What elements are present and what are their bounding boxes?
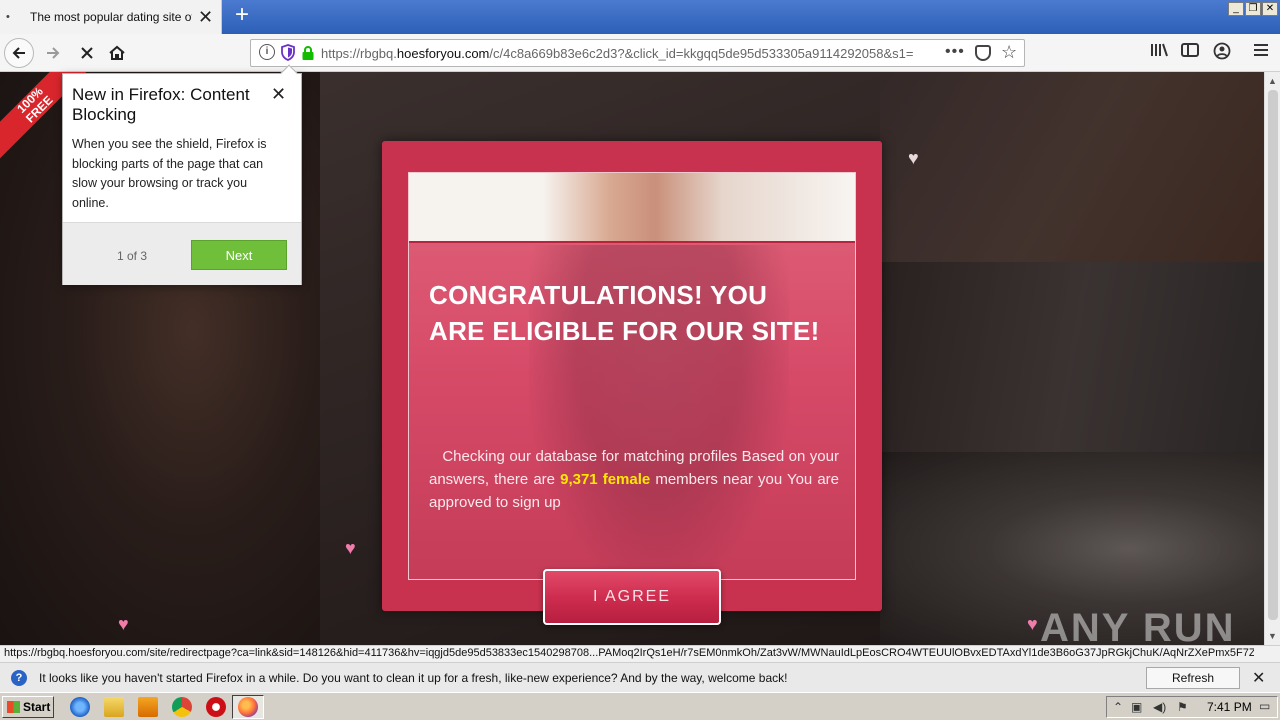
status-url: https://rbgbq.hoesforyou.com/site/redire… [4, 647, 1254, 659]
home-button[interactable] [102, 38, 132, 68]
internet-explorer-icon[interactable] [70, 697, 90, 717]
stop-icon [81, 47, 93, 59]
tracking-shield-icon[interactable] [281, 44, 295, 61]
next-button[interactable]: Next [191, 240, 287, 270]
url-text[interactable]: https://rbgbq.hoesforyou.com/c/4c8a669b8… [321, 46, 941, 61]
doorhanger-footer: 1 of 3 Next [63, 222, 301, 285]
agree-button[interactable]: I AGREE [543, 569, 721, 625]
url-path: /c/4c8a669b83e6c2d3?&click_id=kkgqq5de95… [489, 46, 914, 61]
scrollbar-thumb[interactable] [1268, 90, 1278, 620]
windows-logo-icon [7, 701, 20, 713]
firefox-taskbar-button[interactable] [232, 695, 264, 719]
window-close-button[interactable]: ✕ [1262, 2, 1278, 16]
action-center-flag-icon[interactable]: ⚑ [1177, 700, 1188, 714]
system-tray: ⌃ ▣ ◀) ⚑ 7:41 PM ▭ [1106, 696, 1278, 718]
secure-lock-icon[interactable] [301, 45, 315, 61]
file-explorer-icon[interactable] [104, 697, 124, 717]
info-question-icon: ? [11, 670, 27, 686]
modal-header-photo [409, 173, 855, 243]
link-status-bar: https://rbgbq.hoesforyou.com/site/redire… [0, 645, 1280, 662]
modal-card: CONGRATULATIONS! YOU ARE ELIGIBLE FOR OU… [408, 172, 856, 580]
opera-icon[interactable] [206, 697, 226, 717]
member-count-highlight: 9,371 female [560, 471, 651, 488]
address-bar[interactable]: i https://rbgbq.hoesforyou.com/c/4c8a669… [250, 39, 1025, 67]
site-info-icon[interactable]: i [259, 44, 275, 60]
tab-strip: • The most popular dating site of th ✕ +… [0, 0, 1280, 34]
pocket-icon[interactable] [975, 45, 991, 61]
doorhanger-title: New in Firefox: Content Blocking [72, 85, 250, 124]
bookmark-star-icon[interactable]: ☆ [1001, 42, 1017, 63]
doorhanger-body: When you see the shield, Firefox is bloc… [72, 137, 267, 210]
heart-icon: ♥ [118, 614, 129, 634]
modal-headline: CONGRATULATIONS! YOU ARE ELIGIBLE FOR OU… [429, 280, 820, 346]
back-arrow-icon [12, 47, 25, 59]
refresh-notification-bar: ? It looks like you haven't started Fire… [0, 662, 1280, 705]
browser-tab[interactable]: • The most popular dating site of th ✕ [0, 0, 222, 34]
heart-icon: ♥ [1027, 614, 1038, 634]
scroll-down-icon[interactable]: ▼ [1268, 631, 1277, 641]
show-desktop-icon[interactable]: ▭ [1259, 699, 1270, 713]
windows-taskbar: Start ⌃ ▣ ◀) ⚑ 7:41 PM ▭ [0, 692, 1280, 720]
tray-expand-icon[interactable]: ⌃ [1113, 700, 1123, 714]
step-counter: 1 of 3 [117, 249, 148, 263]
back-button[interactable] [4, 38, 34, 68]
scroll-up-icon[interactable]: ▲ [1268, 76, 1277, 86]
navigation-toolbar: i https://rbgbq.hoesforyou.com/c/4c8a669… [0, 34, 1280, 72]
vertical-scrollbar[interactable]: ▲ ▼ [1264, 72, 1280, 645]
tab-title: The most popular dating site of th [30, 10, 192, 24]
library-icon[interactable] [1148, 42, 1170, 64]
account-icon[interactable] [1211, 42, 1233, 64]
refresh-firefox-button[interactable]: Refresh Firefox... [1146, 667, 1240, 705]
sidebar-icon[interactable] [1179, 42, 1201, 64]
url-domain: hoesforyou.com [396, 46, 490, 61]
forward-button[interactable] [38, 38, 68, 68]
chrome-icon[interactable] [172, 697, 192, 717]
url-prefix: https://rbgbq. [321, 46, 397, 61]
heart-icon: ♥ [908, 148, 919, 168]
promo-modal: CONGRATULATIONS! YOU ARE ELIGIBLE FOR OU… [382, 141, 882, 611]
heart-icon: ♥ [345, 538, 356, 558]
tab-close-icon[interactable]: ✕ [198, 8, 213, 26]
window-controls: _ ❐ ✕ [1228, 2, 1278, 16]
tab-loading-icon: • [6, 11, 10, 23]
hamburger-menu-icon[interactable] [1250, 42, 1272, 64]
start-label: Start [23, 700, 51, 714]
media-player-icon[interactable] [138, 697, 158, 717]
content-blocking-doorhanger: New in Firefox: Content Blocking ✕ When … [62, 64, 302, 285]
forward-arrow-icon [47, 47, 60, 59]
stop-button[interactable] [72, 38, 102, 68]
taskbar-clock[interactable]: 7:41 PM [1207, 700, 1252, 714]
new-tab-button[interactable]: + [230, 3, 254, 28]
doorhanger-close-icon[interactable]: ✕ [271, 84, 286, 105]
notification-close-icon[interactable]: ✕ [1252, 668, 1265, 688]
modal-body-text: Checking our database for matching profi… [429, 445, 839, 514]
firefox-icon [238, 697, 258, 717]
page-actions-menu-icon[interactable]: ••• [945, 43, 965, 61]
volume-icon[interactable]: ◀) [1153, 700, 1166, 714]
home-icon [109, 45, 125, 60]
network-icon[interactable]: ▣ [1131, 700, 1142, 714]
restore-button[interactable]: ❐ [1245, 2, 1261, 16]
start-button[interactable]: Start [2, 696, 54, 718]
minimize-button[interactable]: _ [1228, 2, 1244, 16]
notification-text: It looks like you haven't started Firefo… [39, 671, 788, 685]
